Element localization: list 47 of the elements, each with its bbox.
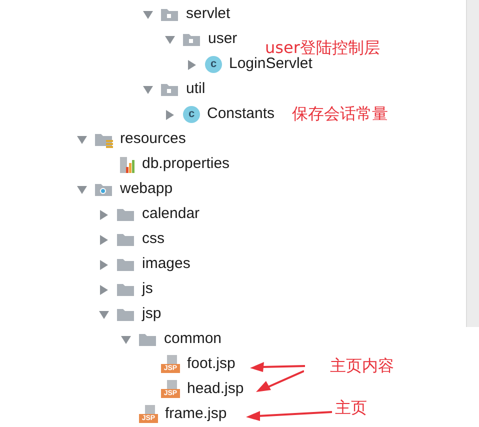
folder-icon [117, 232, 135, 248]
annotation-note: 主页内容 [330, 355, 394, 377]
folder-icon [95, 182, 113, 198]
resource-folder-icon [95, 132, 113, 148]
folder-icon [117, 306, 135, 322]
class-icon: c [183, 106, 200, 123]
tree-item-label[interactable]: common [164, 328, 222, 351]
expanded-arrow-icon[interactable] [98, 308, 110, 320]
tree-item-label[interactable]: css [142, 228, 164, 251]
tree-item-label[interactable]: servlet [186, 3, 230, 26]
collapsed-arrow-icon[interactable] [98, 258, 110, 270]
scrollbar-drawing[interactable] [466, 0, 479, 327]
expanded-arrow-icon[interactable] [76, 134, 88, 146]
annotation-note: 主页 [335, 397, 367, 419]
tree-item-label[interactable]: db.properties [142, 153, 230, 176]
folder-icon [117, 282, 135, 298]
folder-icon [183, 32, 201, 48]
tree-item-label[interactable]: util [186, 78, 206, 101]
annotation-note: 保存会话常量 [292, 103, 388, 125]
tree-item-label[interactable]: webapp [120, 178, 173, 201]
folder-icon [117, 206, 135, 222]
properties-file-icon [117, 156, 135, 174]
tree-item-label[interactable]: js [142, 278, 153, 301]
tree-item-label[interactable]: Constants [207, 103, 275, 126]
expanded-arrow-icon[interactable] [142, 84, 154, 96]
expanded-arrow-icon[interactable] [142, 8, 154, 20]
folder-icon [161, 82, 179, 98]
tree-item-label[interactable]: resources [120, 128, 186, 151]
class-icon: c [205, 56, 222, 73]
collapsed-arrow-icon[interactable] [186, 58, 198, 70]
tree-item-label[interactable]: user [208, 28, 238, 51]
tree-item-label[interactable]: head.jsp [187, 378, 244, 401]
folder-icon [161, 6, 179, 22]
folder-icon [117, 256, 135, 272]
tree-item-label[interactable]: calendar [142, 203, 200, 226]
tree-item-label[interactable]: images [142, 253, 190, 276]
tree-item-label[interactable]: jsp [142, 303, 162, 326]
collapsed-arrow-icon[interactable] [164, 108, 176, 120]
collapsed-arrow-icon[interactable] [98, 208, 110, 220]
tree-item-label[interactable]: foot.jsp [187, 353, 236, 376]
tree-item-label[interactable]: frame.jsp [165, 403, 227, 426]
collapsed-arrow-icon[interactable] [98, 284, 110, 296]
folder-icon [139, 332, 157, 348]
collapsed-arrow-icon[interactable] [98, 234, 110, 246]
expanded-arrow-icon[interactable] [120, 334, 132, 346]
expanded-arrow-icon[interactable] [76, 184, 88, 196]
expanded-arrow-icon[interactable] [164, 34, 176, 46]
